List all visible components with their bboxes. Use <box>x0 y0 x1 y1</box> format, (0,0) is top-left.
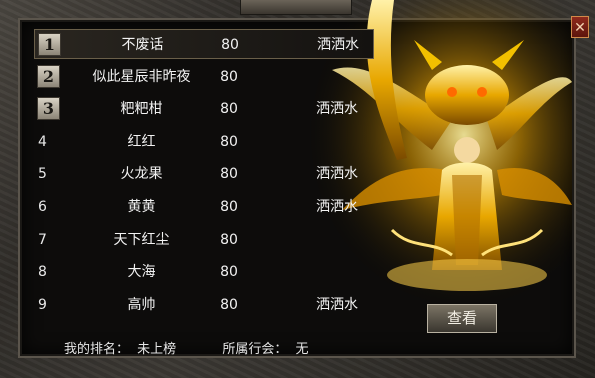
player-level: 80 <box>220 231 238 248</box>
rank-badge: 1 <box>38 33 61 56</box>
view-button[interactable]: 查看 <box>427 304 497 333</box>
ranking-row[interactable]: 3 粑粑柑 80 洒洒水 <box>34 94 374 124</box>
ranking-row[interactable]: 7 天下红尘 80 <box>34 225 374 255</box>
player-guild: 洒洒水 <box>316 166 358 183</box>
ranking-row[interactable]: 6 黄黄 80 洒洒水 <box>34 192 374 222</box>
ranking-row[interactable]: 1 不废话 80 洒洒水 <box>34 29 374 59</box>
my-rank-label: 我的排名： <box>64 342 130 357</box>
player-guild: 洒洒水 <box>316 296 358 313</box>
rank-badge: 2 <box>37 64 60 88</box>
rank-badge: 3 <box>37 97 60 121</box>
ranking-row[interactable]: 5 火龙果 80 洒洒水 <box>34 159 374 189</box>
player-level: 80 <box>221 37 239 53</box>
player-guild: 洒洒水 <box>316 101 358 118</box>
rank-number: 4 <box>38 133 47 150</box>
player-name: 火龙果 <box>120 166 163 183</box>
rank-number: 9 <box>38 296 47 313</box>
player-level: 80 <box>220 101 238 118</box>
player-guild: 洒洒水 <box>316 199 358 215</box>
ranking-row[interactable]: 2 似此星辰非昨夜 80 <box>34 62 374 92</box>
player-name: 黄黄 <box>127 199 156 215</box>
player-guild: 洒洒水 <box>317 37 359 53</box>
player-name: 似此星辰非昨夜 <box>92 68 191 85</box>
player-name: 不废话 <box>121 37 164 53</box>
player-level: 80 <box>220 133 238 150</box>
player-level: 80 <box>220 296 238 313</box>
player-name: 大海 <box>127 264 156 281</box>
rank-number: 5 <box>38 166 47 183</box>
footer-info: 我的排名： 未上榜 所属行会： 无 <box>64 338 308 357</box>
rank-number: 8 <box>38 264 47 281</box>
my-rank-value: 未上榜 <box>137 342 177 357</box>
player-level: 80 <box>220 166 238 183</box>
ranking-row[interactable]: 9 高帅 80 洒洒水 <box>34 290 374 320</box>
player-name: 粑粑柑 <box>120 101 163 118</box>
window-frame: ✕ 1 不废话 80 洒洒水 2 似此星辰非昨夜 80 3 粑粑柑 80 洒洒水 4 红红 80 5 火龙果 8… <box>0 0 595 378</box>
player-level: 80 <box>220 264 238 281</box>
rank-number: 6 <box>38 199 47 215</box>
player-level: 80 <box>220 68 238 85</box>
player-name: 高帅 <box>127 296 156 313</box>
guild-label: 所属行会： <box>222 342 288 357</box>
ranking-row[interactable]: 4 红红 80 <box>34 127 374 157</box>
player-name: 天下红尘 <box>113 231 170 248</box>
guild-value: 无 <box>295 342 309 357</box>
rank-number: 7 <box>38 231 47 248</box>
ranking-row[interactable]: 8 大海 80 <box>34 257 374 287</box>
player-level: 80 <box>220 199 238 215</box>
player-name: 红红 <box>127 133 156 150</box>
close-button[interactable]: ✕ <box>571 16 589 38</box>
